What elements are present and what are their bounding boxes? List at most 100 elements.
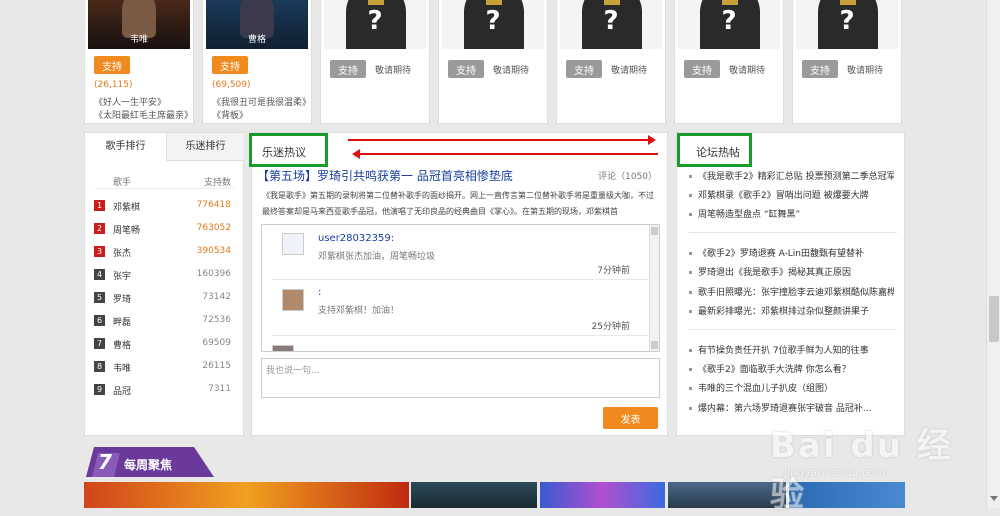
singer-photo[interactable]: 韦唯 (88, 0, 190, 49)
support-button[interactable]: 支持 (94, 56, 130, 74)
vote-count: 390534 (196, 246, 231, 256)
vote-count: 69509 (202, 338, 231, 348)
singer-name: 曹格 (247, 35, 266, 45)
mystery-singer-photo: ? (796, 0, 898, 49)
focus-image-large[interactable] (84, 482, 409, 508)
vote-count: 763052 (196, 223, 231, 233)
support-button[interactable]: 支持 (330, 60, 366, 78)
comment-user[interactable]: : (318, 287, 321, 298)
send-comment-button[interactable]: 发表 (603, 407, 658, 429)
focus-image[interactable] (540, 482, 665, 508)
song-link[interactable]: 《我很丑可是我很温柔》 (212, 95, 311, 108)
support-button[interactable]: 支持 (684, 60, 720, 78)
ranking-row[interactable]: 3 张杰 390534 (85, 246, 243, 269)
coming-soon-label: 敬请期待 (375, 66, 412, 76)
forum-post-link[interactable]: 最新彩排曝光：邓紫棋排过杂似整颜讲果子 (689, 304, 894, 317)
coming-soon-label: 敬请期待 (729, 66, 766, 76)
column-header-singer: 歌手 (113, 178, 132, 188)
comment-time: 7分钟前 (597, 266, 630, 276)
forum-post-link[interactable]: 爆内幕：第六场罗琦退赛张宇破音 品冠补... (689, 401, 894, 414)
scroll-down-icon[interactable] (990, 496, 998, 501)
song-link[interactable]: 《好人一生平安》 (94, 95, 166, 108)
forum-post-link[interactable]: 邓紫棋录《歌手2》冒哨出问题 被爆要大牌 (689, 188, 894, 201)
tab-fan-ranking[interactable]: 乐迷排行 (167, 133, 244, 161)
ranking-row[interactable]: 9 品冠 7311 (85, 384, 243, 407)
forum-post-link[interactable]: 《我是歌手2》精彩汇总贴 投票预测第二季总冠军 (689, 169, 894, 182)
user-avatar-icon[interactable] (272, 345, 294, 351)
singer-card-placeholder: ? 支持 敬请期待 (674, 0, 784, 124)
page-scrollbar[interactable] (986, 0, 1000, 508)
support-button[interactable]: 支持 (802, 60, 838, 78)
divider (689, 329, 897, 330)
comment-input[interactable]: 我也说一句... (261, 358, 660, 398)
singer-name: 品冠 (113, 387, 132, 397)
comment-count[interactable]: 评论（1050） (598, 169, 657, 182)
singer-card-placeholder: ? 支持 敬请期待 (792, 0, 902, 124)
user-avatar-icon[interactable] (282, 289, 304, 311)
support-button[interactable]: 支持 (212, 56, 248, 74)
ranking-row[interactable]: 2 周笔畅 763052 (85, 223, 243, 246)
singer-name: 邓紫棋 (113, 203, 141, 213)
comment-input-placeholder: 我也说一句... (266, 366, 320, 376)
ranking-row[interactable]: 1 邓紫棋 776418 (85, 200, 243, 223)
ranking-panel: 歌手排行 乐迷排行 歌手 支持数 1 邓紫棋 776418 2 周笔畅 763052 3… (84, 132, 244, 436)
arrow-head-left-icon (352, 149, 360, 159)
headline-link[interactable]: 【第五场】罗琦引共鸣获第一 品冠首亮相惨垫底 (257, 167, 513, 184)
ranking-row[interactable]: 4 张宇 160396 (85, 269, 243, 292)
rank-badge: 3 (94, 246, 105, 257)
singer-card-placeholder: ? 支持 敬请期待 (556, 0, 666, 124)
forum-post-link[interactable]: 罗琦退出《我是歌手》揭秘其真正原因 (689, 265, 894, 278)
user-avatar-icon[interactable] (282, 233, 304, 255)
comment-scrollbar[interactable] (649, 225, 659, 351)
forum-post-link[interactable]: 歌手旧照曝光：张宇撞脸李云迪邓紫棋酷似陈嘉桦 (689, 285, 894, 298)
arrow-head-right-icon (648, 135, 656, 145)
column-header-votes: 支持数 (203, 178, 231, 188)
singer-name: 罗琦 (113, 295, 132, 305)
song-link[interactable]: 《太阳最红毛主席最亲》 (94, 108, 193, 121)
forum-post-link[interactable]: 《歌手2》面临歌手大洗牌 你怎么看？ (689, 362, 894, 375)
vote-count: 72536 (202, 315, 231, 325)
forum-post-link[interactable]: 有节操负责任开扒 7位歌手鲜为人知的往事 (689, 343, 894, 356)
ranking-row[interactable]: 8 韦唯 26115 (85, 361, 243, 384)
forum-post-link[interactable]: 韦唯的三个混血儿子扒皮（组图） (689, 381, 894, 394)
ranking-row[interactable]: 6 畔磊 72536 (85, 315, 243, 338)
fan-discussion-tab[interactable]: 乐迷热议 (249, 133, 328, 167)
singer-name: 韦唯 (129, 35, 148, 45)
watermark-url: jingyan.baidu.com (784, 466, 886, 479)
vote-count: 7311 (208, 384, 231, 394)
ranking-row[interactable]: 5 罗琦 73142 (85, 292, 243, 315)
rank-badge: 8 (94, 361, 105, 372)
comment-time: 25分钟前 (591, 322, 630, 332)
ranking-row[interactable]: 7 曹格 69509 (85, 338, 243, 361)
weekly-focus-banner: 7 每周聚焦 (86, 447, 214, 477)
support-button[interactable]: 支持 (566, 60, 602, 78)
focus-image[interactable] (668, 482, 786, 508)
rank-badge: 2 (94, 223, 105, 234)
comment-user[interactable]: user28032359: (318, 233, 394, 244)
comment-item: user28032359: 邓紫棋张杰加油，周笔畅垃圾 7分钟前 (272, 225, 650, 280)
rank-badge: 5 (94, 292, 105, 303)
singer-name: 周笔畅 (113, 226, 141, 236)
comment-list: user28032359: 邓紫棋张杰加油，周笔畅垃圾 7分钟前 : 支持邓紫棋… (261, 224, 660, 352)
singer-card-placeholder: ? 支持 敬请期待 (320, 0, 430, 124)
singer-name: 韦唯 (113, 364, 132, 374)
singer-name: 畔磊 (113, 318, 132, 328)
singer-photo[interactable]: 曹格 (206, 0, 308, 49)
support-button[interactable]: 支持 (448, 60, 484, 78)
focus-image[interactable] (411, 482, 537, 508)
song-link[interactable]: 《背板》 (212, 108, 248, 121)
rank-badge: 1 (94, 200, 105, 211)
mystery-singer-photo: ? (442, 0, 544, 49)
tab-singer-ranking[interactable]: 歌手排行 (85, 133, 167, 161)
vote-count: 26115 (202, 361, 231, 371)
forum-title-box: 论坛热帖 (677, 133, 752, 167)
forum-post-link[interactable]: 《歌手2》罗琦退赛 A-Lin田馥甄有望替补 (689, 246, 894, 259)
mystery-singer-photo: ? (678, 0, 780, 49)
singer-name: 张宇 (113, 272, 132, 282)
vote-count: 160396 (196, 269, 231, 279)
fan-discussion-panel: 乐迷热议 【第五场】罗琦引共鸣获第一 品冠首亮相惨垫底 评论（1050） 《我是… (249, 132, 668, 436)
forum-post-link[interactable]: 周笔畅造型盘点 “缸舞黑” (689, 207, 894, 220)
comment-item: : 支持邓紫棋！加油！ 25分钟前 (272, 281, 650, 336)
mystery-singer-photo: ? (560, 0, 662, 49)
scrollbar-thumb[interactable] (989, 296, 999, 342)
